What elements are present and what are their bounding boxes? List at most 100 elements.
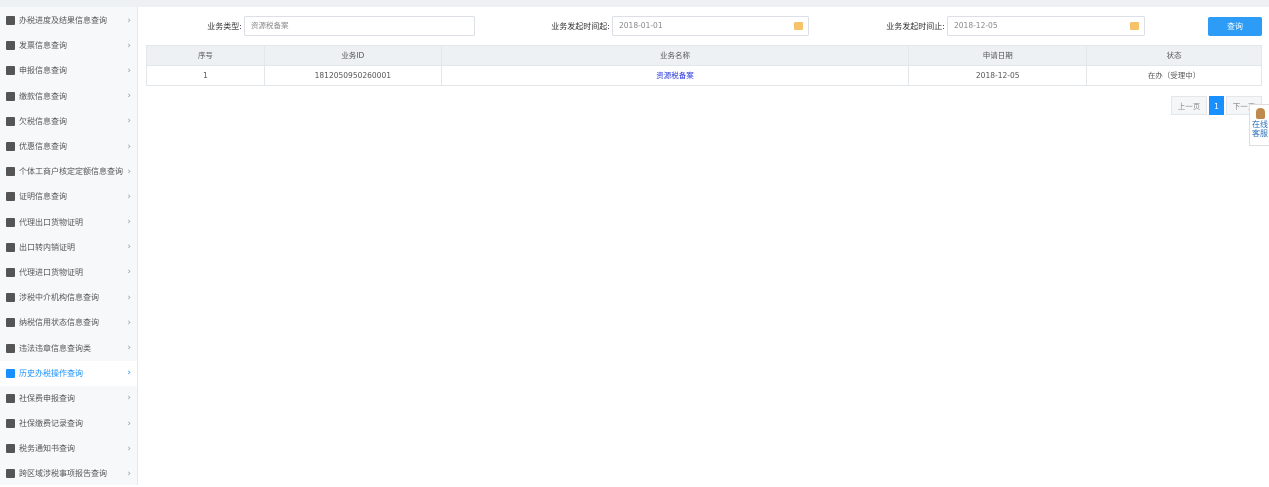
query-button[interactable]: 查询 — [1208, 17, 1262, 36]
sidebar-item[interactable]: 证明信息查询 › — [0, 184, 137, 209]
menu-item-icon — [6, 393, 15, 403]
menu-item-icon — [6, 419, 15, 429]
header-date: 申请日期 — [908, 45, 1088, 66]
customer-service-icon — [1256, 108, 1265, 119]
menu-item-icon — [6, 142, 15, 152]
calendar-icon[interactable] — [794, 22, 803, 30]
sidebar-item[interactable]: 欠税信息查询 › — [0, 109, 137, 134]
menu-item-icon — [6, 469, 15, 479]
chevron-right-icon: › — [127, 267, 131, 278]
sidebar-item[interactable]: 纳税信用状态信息查询 › — [0, 310, 137, 335]
sidebar-item[interactable]: 代理进口货物证明 › — [0, 260, 137, 285]
end-date-label: 业务发起时间止: — [886, 22, 945, 31]
service-line2: 客服 — [1252, 129, 1268, 138]
top-bar — [0, 0, 1269, 7]
chevron-right-icon: › — [127, 368, 131, 379]
menu-item-icon — [6, 41, 15, 51]
sidebar-item-label: 申报信息查询 — [19, 66, 67, 76]
sidebar-item[interactable]: 历史办税操作查询 › — [0, 360, 137, 386]
sidebar-item[interactable]: 办税进度及结果信息查询 › — [0, 8, 137, 33]
menu-item-icon — [6, 192, 15, 202]
header-name: 业务名称 — [440, 45, 910, 66]
sidebar-item[interactable]: 社保缴费记录查询 › — [0, 411, 137, 436]
start-date-value: 2018-01-01 — [619, 21, 663, 30]
chevron-right-icon: › — [127, 141, 131, 152]
end-date-input[interactable]: 2018-12-05 — [947, 16, 1145, 36]
start-date-input[interactable]: 2018-01-01 — [612, 16, 809, 36]
start-date-label: 业务发起时间起: — [551, 22, 610, 31]
chevron-right-icon: › — [127, 343, 131, 354]
chevron-right-icon: › — [127, 91, 131, 102]
sidebar-item[interactable]: 发票信息查询 › — [0, 33, 137, 58]
sidebar-item-label: 社保缴费记录查询 — [19, 419, 83, 429]
menu-item-icon — [6, 293, 15, 303]
menu-item-icon — [6, 318, 15, 328]
sidebar-item[interactable]: 优惠信息查询 › — [0, 134, 137, 159]
menu-item-icon — [6, 242, 15, 252]
sidebar-item-label: 历史办税操作查询 — [19, 368, 83, 378]
sidebar-item[interactable]: 申报信息查询 › — [0, 58, 137, 83]
business-name-link[interactable]: 资源税备案 — [656, 71, 694, 80]
menu-item-icon — [6, 343, 15, 353]
sidebar-item[interactable]: 涉税中介机构信息查询 › — [0, 285, 137, 310]
results-table: 序号 业务ID 业务名称 申请日期 状态 1 1812050950260001 … — [146, 45, 1262, 86]
sidebar-item[interactable]: 出口转内销证明 › — [0, 235, 137, 260]
sidebar-item[interactable]: 社保费申报查询 › — [0, 386, 137, 411]
sidebar-item[interactable]: 代理出口货物证明 › — [0, 210, 137, 235]
menu-item-icon — [6, 116, 15, 126]
chevron-right-icon: › — [127, 292, 131, 303]
chevron-right-icon: › — [127, 166, 131, 177]
chevron-right-icon: › — [127, 393, 131, 404]
sidebar-item-label: 违法违章信息查询类 — [19, 343, 91, 353]
cell-name: 资源税备案 — [440, 65, 910, 86]
sidebar-item-label: 税务通知书查询 — [19, 444, 75, 454]
header-index: 序号 — [146, 45, 265, 66]
sidebar-item-label: 欠税信息查询 — [19, 116, 67, 126]
chevron-right-icon: › — [127, 468, 131, 479]
sidebar: 办税进度及结果信息查询 › 发票信息查询 › 申报信息查询 › 缴款信息查询 › 欠税信息查询 ›… — [0, 7, 138, 485]
type-input[interactable]: 资源税备案 — [244, 16, 475, 36]
chevron-right-icon: › — [127, 65, 131, 76]
sidebar-item-label: 代理进口货物证明 — [19, 267, 83, 277]
sidebar-item-label: 证明信息查询 — [19, 192, 67, 202]
cell-date: 2018-12-05 — [908, 65, 1088, 86]
online-service-widget[interactable]: 在线 客服 — [1249, 104, 1269, 146]
sidebar-item[interactable]: 违法违章信息查询类 › — [0, 335, 137, 360]
table-row: 1 1812050950260001 资源税备案 2018-12-05 在办（受… — [146, 65, 1262, 86]
sidebar-item-label: 缴款信息查询 — [19, 91, 67, 101]
sidebar-item[interactable]: 税务通知书查询 › — [0, 436, 137, 461]
calendar-icon[interactable] — [1130, 22, 1139, 30]
sidebar-item-label: 跨区域涉税事项报告查询 — [19, 469, 107, 479]
sidebar-item-label: 社保费申报查询 — [19, 393, 75, 403]
menu-item-icon — [6, 66, 15, 76]
table-header-row: 序号 业务ID 业务名称 申请日期 状态 — [146, 45, 1262, 66]
sidebar-item[interactable]: 跨区域涉税事项报告查询 › — [0, 461, 137, 486]
sidebar-item[interactable]: 个体工商户核定定额信息查询 › — [0, 159, 137, 184]
cell-index: 1 — [146, 65, 265, 86]
service-line1: 在线 — [1252, 120, 1268, 129]
cell-id: 1812050950260001 — [263, 65, 442, 86]
sidebar-item-label: 优惠信息查询 — [19, 142, 67, 152]
header-id: 业务ID — [263, 45, 442, 66]
header-status: 状态 — [1086, 45, 1262, 66]
sidebar-item-label: 代理出口货物证明 — [19, 217, 83, 227]
chevron-right-icon: › — [127, 40, 131, 51]
chevron-right-icon: › — [127, 317, 131, 328]
end-date-value: 2018-12-05 — [954, 21, 998, 30]
cell-status: 在办（受理中） — [1086, 65, 1262, 86]
chevron-right-icon: › — [127, 191, 131, 202]
sidebar-item-label: 涉税中介机构信息查询 — [19, 293, 99, 303]
sidebar-item-label: 个体工商户核定定额信息查询 — [19, 167, 123, 177]
prev-page-button[interactable]: 上一页 — [1171, 96, 1207, 115]
menu-item-icon — [6, 267, 15, 277]
sidebar-item-label: 纳税信用状态信息查询 — [19, 318, 99, 328]
sidebar-item-label: 出口转内销证明 — [19, 242, 75, 252]
chevron-right-icon: › — [127, 418, 131, 429]
sidebar-item[interactable]: 缴款信息查询 › — [0, 84, 137, 109]
chevron-right-icon: › — [127, 15, 131, 26]
menu-item-icon — [6, 217, 15, 227]
menu-item-icon — [6, 91, 15, 101]
menu-item-icon — [6, 16, 15, 26]
page-1-button[interactable]: 1 — [1209, 96, 1224, 115]
chevron-right-icon: › — [127, 116, 131, 127]
